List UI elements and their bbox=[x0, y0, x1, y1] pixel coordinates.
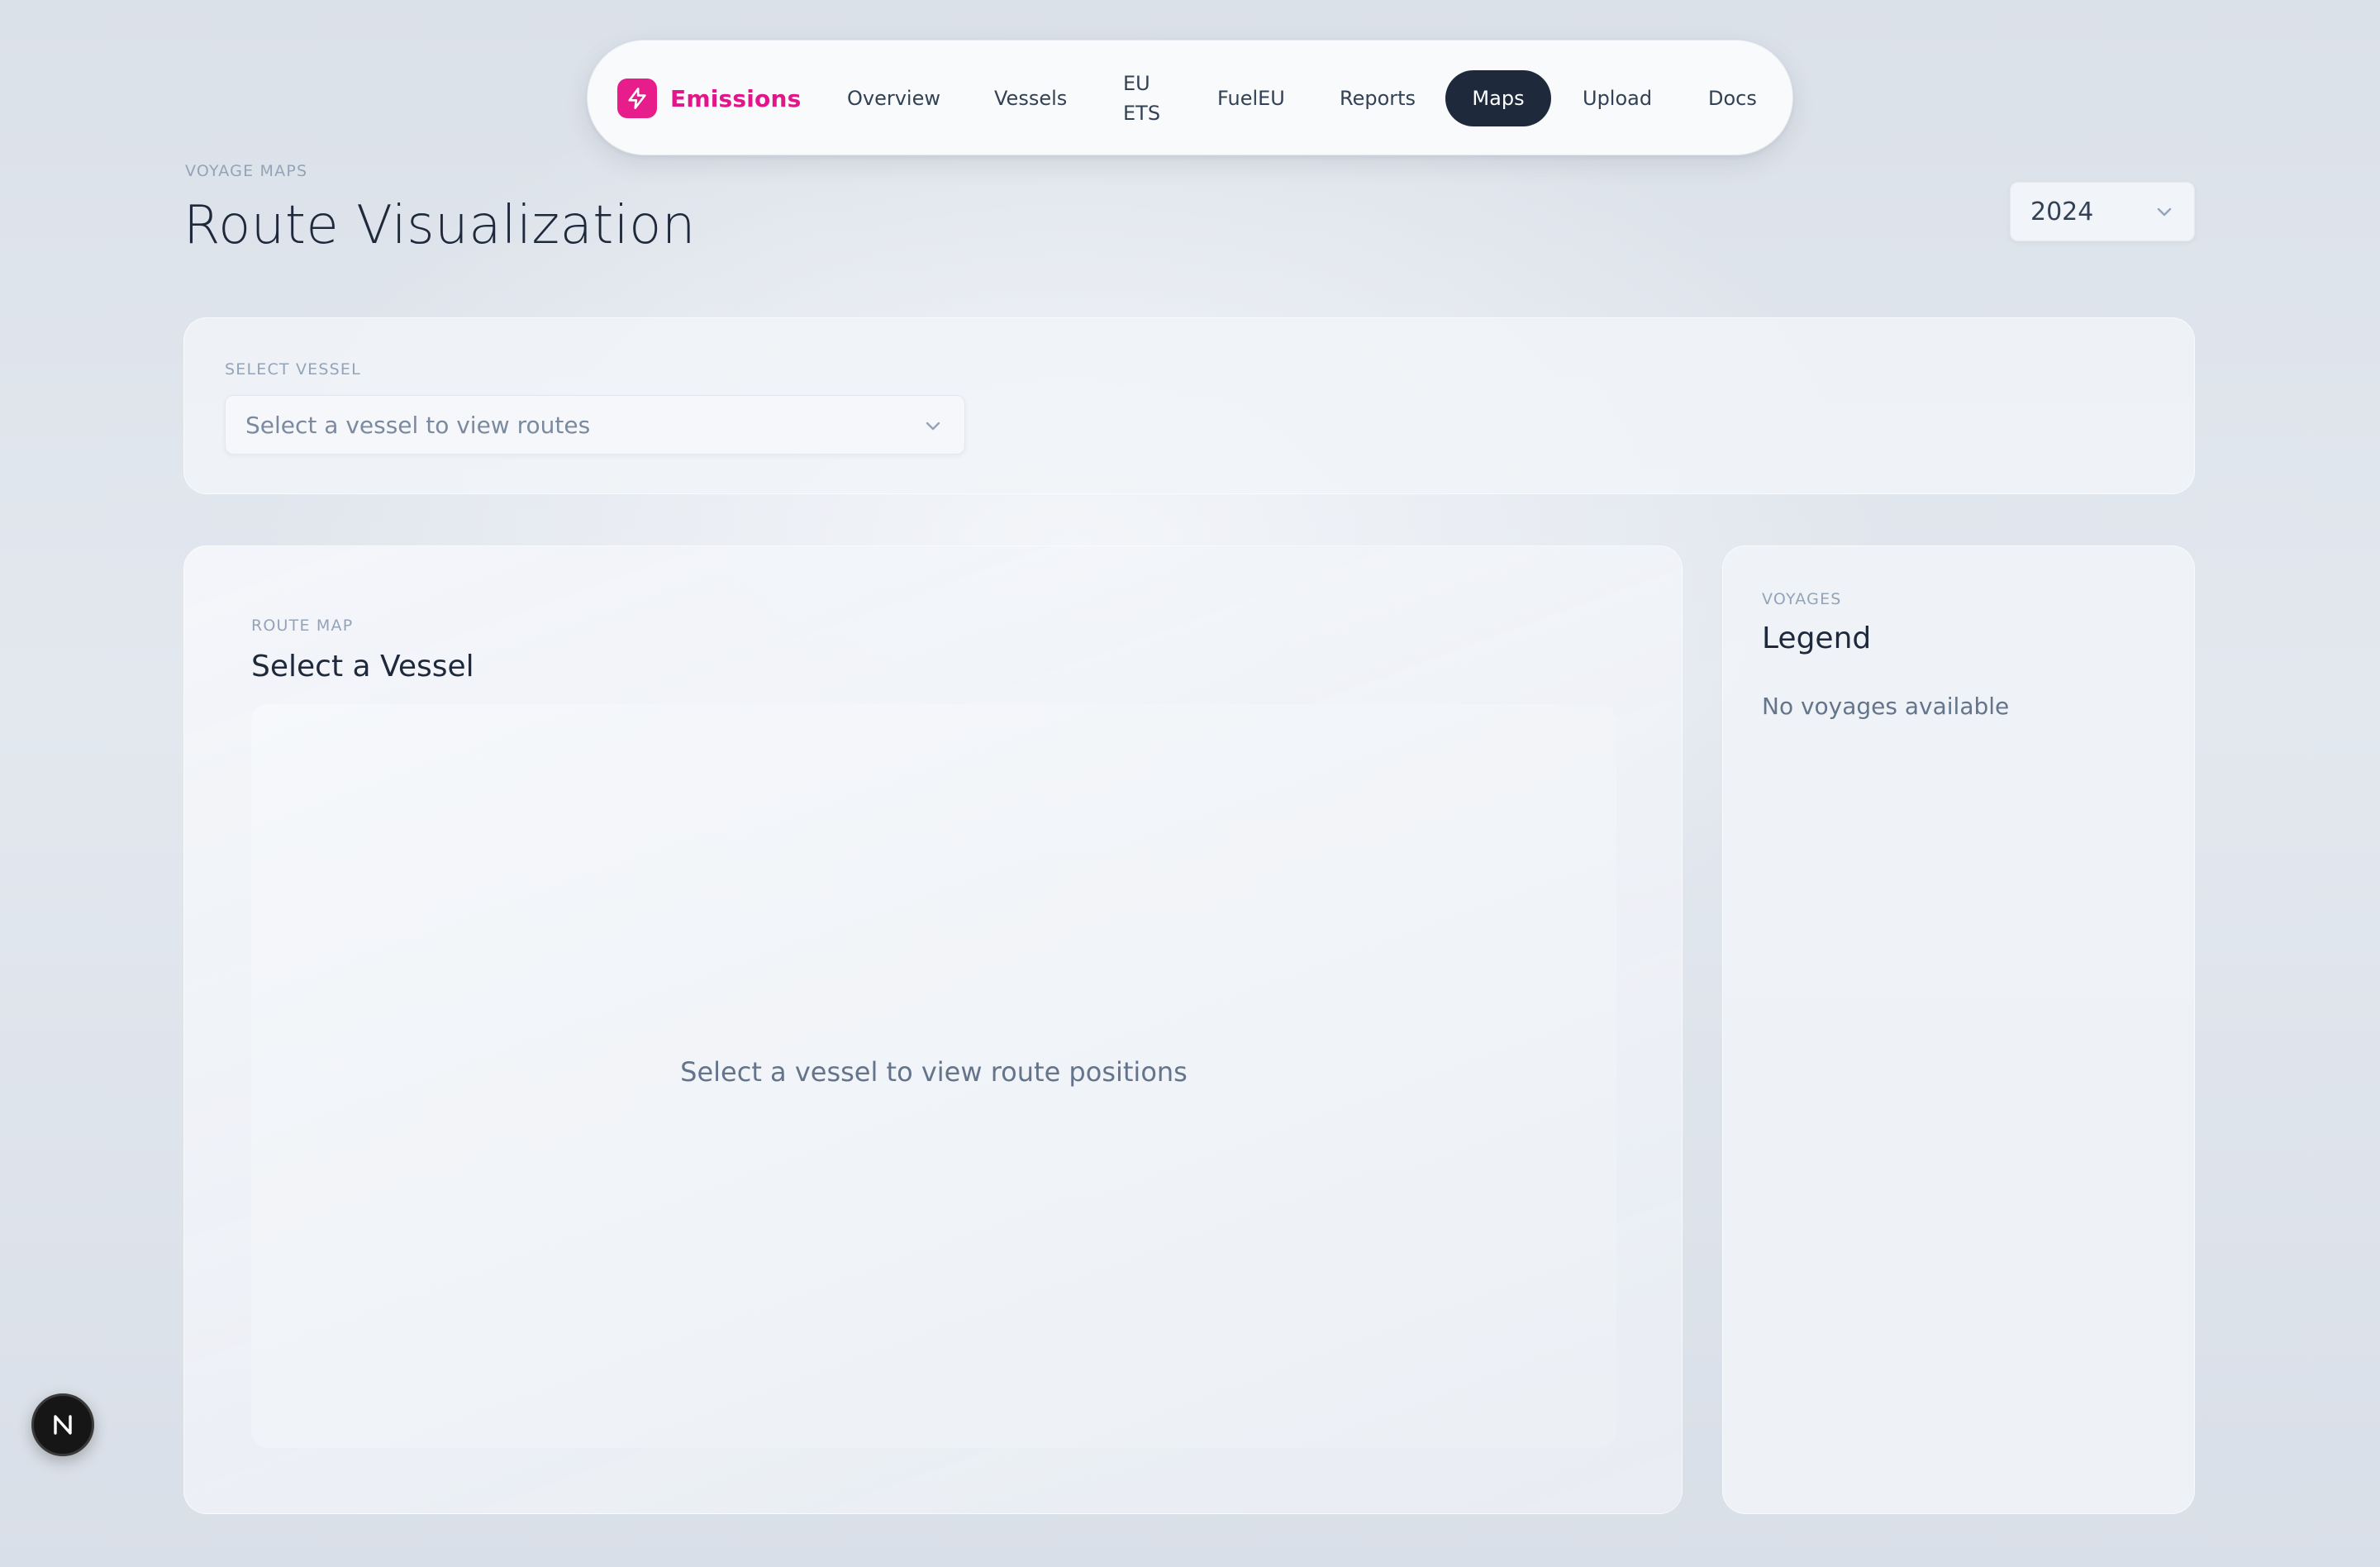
next-logo-icon[interactable] bbox=[31, 1393, 94, 1456]
nav-item-eu-ets[interactable]: EU ETS bbox=[1123, 40, 1160, 156]
nav-item-label: Overview bbox=[847, 87, 940, 110]
nav-item-vessels[interactable]: Vessels bbox=[994, 40, 1067, 156]
route-map-title: Select a Vessel bbox=[251, 650, 474, 683]
legend-empty-message: No voyages available bbox=[1762, 693, 2010, 720]
brand-link[interactable]: Emissions bbox=[617, 79, 801, 118]
legend-eyebrow: VOYAGES bbox=[1762, 590, 1842, 608]
nav-item-docs[interactable]: Docs bbox=[1708, 40, 1757, 156]
nav-item-label: Upload bbox=[1583, 87, 1653, 110]
nav-item-label: Maps bbox=[1472, 87, 1525, 110]
route-map-empty-message: Select a vessel to view route positions bbox=[680, 1056, 1188, 1088]
nav-item-upload[interactable]: Upload bbox=[1583, 40, 1652, 156]
top-nav: Emissions Overview Vessels EU ETS FuelEU… bbox=[587, 40, 1793, 155]
nav-item-label-line1: EU bbox=[1123, 72, 1150, 95]
nav-item-overview[interactable]: Overview bbox=[847, 40, 940, 156]
route-map-eyebrow: ROUTE MAP bbox=[251, 617, 354, 635]
year-select[interactable]: 2024 bbox=[2010, 182, 2195, 241]
nav-item-label: Docs bbox=[1708, 87, 1757, 110]
page-eyebrow: VOYAGE MAPS bbox=[185, 162, 308, 180]
vessel-select[interactable]: Select a vessel to view routes bbox=[225, 395, 965, 455]
chevron-down-icon bbox=[2156, 205, 2173, 221]
nav-item-maps[interactable]: Maps bbox=[1445, 70, 1551, 126]
chevron-down-icon bbox=[925, 419, 941, 435]
legend-card bbox=[1722, 545, 2195, 1514]
nav-item-label: Reports bbox=[1340, 87, 1416, 110]
nav-item-label-line2: ETS bbox=[1123, 102, 1161, 125]
brand-name: Emissions bbox=[670, 84, 802, 112]
year-select-value: 2024 bbox=[2030, 198, 2094, 226]
nav-item-label: FuelEU bbox=[1217, 87, 1285, 110]
vessel-select-label: SELECT VESSEL bbox=[225, 360, 361, 379]
nav-item-fueleu[interactable]: FuelEU bbox=[1217, 40, 1285, 156]
legend-title: Legend bbox=[1762, 622, 1872, 655]
vessel-select-placeholder: Select a vessel to view routes bbox=[245, 412, 591, 439]
lightning-bolt-icon bbox=[617, 79, 657, 118]
page-title: Route Visualization bbox=[183, 195, 696, 256]
nav-item-reports[interactable]: Reports bbox=[1340, 40, 1416, 156]
nav-item-label: Vessels bbox=[994, 87, 1068, 110]
